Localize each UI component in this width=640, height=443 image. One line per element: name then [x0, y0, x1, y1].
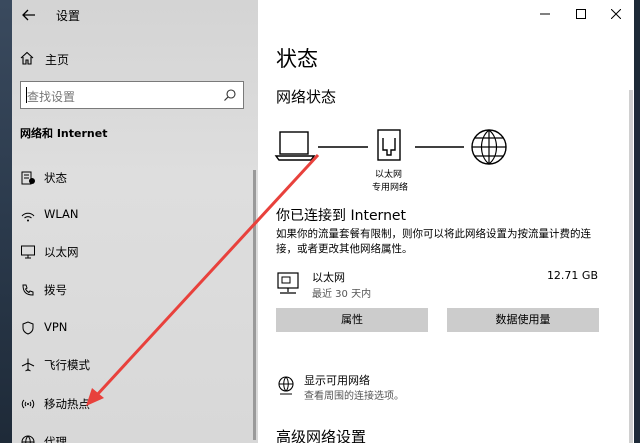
network-usage-row[interactable]: 以太网 最近 30 天内 12.71 GB — [276, 268, 602, 302]
content-scrollbar[interactable] — [629, 90, 633, 443]
network-status-heading: 网络状态 — [276, 88, 337, 106]
ethernet-icon — [21, 245, 35, 259]
network-usage-period: 最近 30 天内 — [312, 289, 372, 300]
close-icon — [611, 9, 621, 19]
network-name: 以太网 — [312, 271, 345, 284]
sidebar: 设置 主页 查找设置 网络和 Internet 状态 WLAN 以太网 拨号 V… — [0, 0, 258, 443]
show-available-networks-title: 显示可用网络 — [304, 374, 370, 387]
network-usage-amount: 12.71 GB — [546, 269, 598, 282]
show-available-networks[interactable]: 显示可用网络 查看周围的连接选项。 — [276, 372, 606, 402]
hotspot-icon — [21, 399, 35, 409]
internet-globe-icon — [471, 129, 507, 165]
sidebar-item-status[interactable]: 状态 — [12, 160, 258, 196]
maximize-icon — [576, 9, 586, 19]
search-input[interactable]: 查找设置 — [20, 81, 244, 109]
sidebar-item-ethernet[interactable]: 以太网 — [12, 234, 258, 270]
properties-button[interactable]: 属性 — [276, 308, 428, 332]
sidebar-item-label: 飞行模式 — [44, 358, 90, 372]
minimize-button[interactable] — [527, 0, 563, 30]
globe-wifi-icon — [278, 376, 294, 395]
desktop-background-edge — [634, 0, 640, 443]
sidebar-item-home[interactable]: 主页 — [12, 44, 258, 74]
back-arrow-icon[interactable] — [20, 6, 38, 24]
page-title: 状态 — [276, 47, 318, 71]
maximize-button[interactable] — [563, 0, 599, 30]
sidebar-item-label: 主页 — [45, 53, 70, 67]
sidebar-item-label: VPN — [44, 320, 68, 334]
title-bar: 设置 — [12, 0, 258, 30]
show-available-networks-desc: 查看周围的连接选项。 — [304, 391, 404, 402]
adapter-label-name: 以太网 — [375, 170, 403, 180]
connection-status-title: 你已连接到 Internet — [276, 208, 407, 224]
desktop-background-strip — [0, 0, 12, 443]
connection-status-description: 如果你的流量套餐有限制，则你可以将此网络设置为按流量计费的连接，或者更改其他网络… — [276, 228, 591, 255]
sidebar-item-label: 拨号 — [44, 283, 67, 297]
pc-icon — [274, 131, 316, 161]
sidebar-item-label: 状态 — [44, 171, 67, 185]
adapter-icon — [377, 129, 401, 161]
sidebar-item-label: 移动热点 — [44, 397, 90, 411]
section-title: 网络和 Internet — [20, 127, 108, 140]
app-title: 设置 — [56, 9, 81, 23]
status-icon — [21, 171, 35, 185]
sidebar-item-airplane-mode[interactable]: 飞行模式 — [12, 347, 258, 383]
globe-icon — [21, 435, 35, 443]
sidebar-item-vpn[interactable]: VPN — [12, 310, 258, 346]
dialup-icon — [22, 284, 34, 296]
sidebar-item-label: 代理 — [44, 435, 67, 443]
home-icon — [20, 51, 34, 65]
search-icon[interactable] — [223, 88, 237, 102]
adapter-label-type: 专用网络 — [372, 183, 409, 193]
close-button[interactable] — [598, 0, 634, 30]
advanced-network-settings-heading: 高级网络设置 — [276, 428, 367, 443]
data-usage-button[interactable]: 数据使用量 — [447, 308, 599, 332]
vpn-icon — [22, 321, 34, 335]
sidebar-item-mobile-hotspot[interactable]: 移动热点 — [12, 386, 258, 422]
ethernet-icon — [277, 272, 299, 294]
sidebar-item-wlan[interactable]: WLAN — [12, 197, 258, 233]
sidebar-item-proxy[interactable]: 代理 — [12, 424, 258, 443]
airplane-icon — [21, 358, 35, 372]
sidebar-item-label: 以太网 — [44, 245, 79, 259]
sidebar-item-dialup[interactable]: 拨号 — [12, 272, 258, 308]
sidebar-scrollbar[interactable] — [253, 170, 256, 440]
minimize-icon — [540, 13, 550, 15]
wifi-icon — [21, 212, 35, 222]
sidebar-item-label: WLAN — [44, 207, 79, 221]
search-placeholder: 查找设置 — [27, 90, 76, 104]
